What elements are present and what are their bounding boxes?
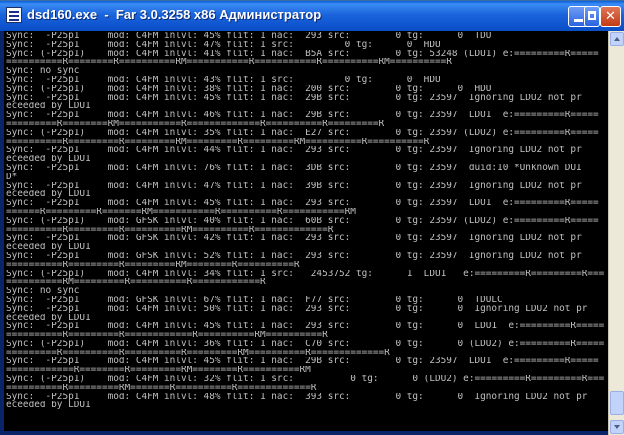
maximize-button[interactable] [584, 6, 600, 27]
scroll-thumb[interactable] [610, 391, 624, 415]
console-line: ==========R=========R============R======… [6, 331, 328, 340]
console-line: Sync: -P25p1 mod: C4FM inlvl: 45% flit: … [6, 322, 605, 332]
console-window: dsd160.exe - Far 3.0.3258 x86 Администра… [0, 0, 624, 435]
title-bar[interactable]: dsd160.exe - Far 3.0.3258 x86 Администра… [0, 1, 624, 31]
console-line: Sync: -P25p1 mod: C4FM inlvl: 46% flit: … [6, 111, 599, 120]
console-line: Sync: -P25p1 mod: GFSK inlvl: 67% flit: … [6, 295, 503, 305]
console-line: Sync: -P25p1 mod: C4FM inlvl: 45% flit: … [6, 93, 582, 103]
console-line: Sync: -P25p1 mod: C4FM inlvl: 44% flit: … [6, 146, 582, 156]
console-line: Sync: (-P25p1) mod: C4FM inlvl: 32% flit… [6, 375, 605, 384]
console-line: ======R=========R=======RM===========R==… [6, 207, 356, 217]
console-line: Sync: -P25p1 mod: C4FM inlvl: 45% flit: … [6, 357, 599, 367]
console-line: Sync: (-P25p1) mod: GFSK inlvl: 40% flit… [6, 216, 599, 226]
console-line: D* [6, 172, 18, 182]
console-line: ==========RM=========R==========R=======… [6, 278, 266, 288]
console-line: Sync: no sync [6, 67, 80, 76]
console-line: eceeded by LDU1 [6, 401, 91, 411]
console-line: Sync: -P25p1 mod: C4FM inlvl: 45% flit: … [6, 32, 492, 41]
console-line: Sync: -P25p1 mod: C4FM inlvl: 47% flit: … [6, 181, 582, 191]
console-line: Sync: -P25p1 mod: C4FM inlvl: 50% flit: … [6, 304, 588, 314]
console-line: =========R========RM===========R========… [6, 119, 385, 129]
console-line: ==========R=========R=========RM========… [6, 137, 430, 147]
console-line: =========R==========R==========R========… [6, 348, 390, 358]
console-line: Sync: (-P25p1) mod: C4FM inlvl: 34% flit… [6, 269, 605, 279]
console-line: Sync: -P25p1 mod: GFSK inlvl: 52% flit: … [6, 251, 582, 261]
console-line: ==========R=========R=========RM========… [6, 260, 300, 270]
close-button[interactable]: ✕ [600, 6, 621, 27]
console-line: Sync: -P25p1 mod: C4FM inlvl: 45% flit: … [6, 199, 599, 208]
console-line: ==========R=========R==========RM=======… [6, 225, 334, 235]
console-line: Sync: -P25p1 mod: C4FM inlvl: 76% flit: … [6, 163, 582, 173]
console-lines: Sync: -P25p1 mod: C4FM inlvl: 45% flit: … [4, 31, 608, 411]
console-line: eceeded by LDU1 [6, 102, 91, 112]
scroll-up-icon[interactable] [610, 32, 624, 46]
console-line: ============R========R=========RM=======… [6, 366, 311, 376]
console-line: eceeded by LDU1 [6, 313, 91, 323]
console-line: Sync: (-P25p1) mod: C4FM inlvl: 41% flit… [6, 49, 599, 59]
console-line: Sync: -P25p1 mod: C4FM inlvl: 47% flit: … [6, 40, 441, 50]
console-line: Sync: (-P25p1) mod: C4FM inlvl: 35% flit… [6, 128, 599, 138]
window-frame-bottom [0, 431, 608, 435]
console-line: ==========R=========RM=======R==========… [6, 383, 317, 393]
scroll-down-icon[interactable] [610, 420, 624, 434]
console-line: eceeded by LDU1 [6, 243, 91, 252]
console-line: Sync: (-P25p1) mod: C4FM inlvl: 36% flit… [6, 339, 605, 349]
console-line: Sync: -P25p1 mod: GFSK inlvl: 42% flit: … [6, 234, 582, 244]
vertical-scrollbar[interactable] [608, 31, 624, 435]
console-line: ==========R========R==========RM========… [6, 58, 452, 68]
console-line: Sync: no sync [6, 287, 80, 296]
console-output[interactable]: Sync: -P25p1 mod: C4FM inlvl: 45% flit: … [4, 31, 608, 431]
console-line: Sync: (-P25p1) mod: C4FM inlvl: 38% flit… [6, 84, 492, 94]
console-line: Sync: -P25p1 mod: C4FM inlvl: 43% flit: … [6, 75, 441, 85]
console-line: Sync: -P25p1 mod: C4FM inlvl: 48% flit: … [6, 392, 588, 402]
console-line: eceeded by LDU1 [6, 155, 91, 164]
window-title: dsd160.exe - Far 3.0.3258 x86 Администра… [27, 7, 322, 22]
console-line: eceeded by LDU1 [6, 190, 91, 200]
far-app-icon[interactable] [6, 7, 22, 23]
